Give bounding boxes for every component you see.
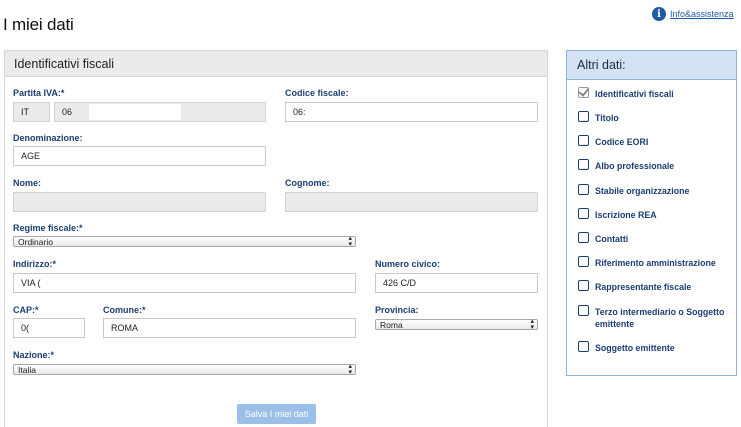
nome-label: Nome: [13,178,42,188]
cap-label: CAP:* [13,305,39,315]
codice-fiscale-field[interactable]: 06: [285,102,538,122]
partita-iva-value: 06 [62,107,73,117]
sidebar-item-label: Soggetto emittente [595,343,675,353]
sidebar-item-soggetto-emittente[interactable]: Soggetto emittente [578,341,675,354]
regime-fiscale-label: Regime fiscale:* [13,223,83,233]
nome-field [13,192,266,212]
sidebar-item-label: Albo professionale [595,161,675,171]
sidebar-item-label: Codice EORI [595,137,649,147]
checkbox-icon[interactable] [578,208,589,219]
nazione-value: Italia [18,364,36,375]
regime-fiscale-select[interactable]: Ordinario ▴ ▾ [13,235,356,248]
save-button[interactable]: Salva I miei dati [237,404,316,424]
provincia-value: Roma [380,319,403,330]
sidebar-item-iscrizione-rea[interactable]: Iscrizione REA [578,208,657,221]
sidebar-item-codice-eori[interactable]: Codice EORI [578,135,649,148]
comune-label: Comune:* [103,305,146,315]
sidebar-item-label: Terzo intermediario o Soggetto emittente [595,307,725,329]
cognome-field [285,192,538,212]
cognome-label: Cognome: [285,178,330,188]
partita-iva-country-field: IT [13,102,50,122]
help-link-text[interactable]: Info&assistenza [670,9,734,19]
checkbox-checked-icon[interactable] [578,87,589,98]
sidebar-item-stabile-organizzazione[interactable]: Stabile organizzazione [578,184,690,197]
sidebar-item-contatti[interactable]: Contatti [578,232,629,245]
sidebar-item-riferimento-amministrazione[interactable]: Riferimento amministrazione [578,256,716,269]
checkbox-icon[interactable] [578,232,589,243]
indirizzo-label: Indirizzo:* [13,259,56,269]
sidebar-item-label: Titolo [595,113,619,123]
sidebar-item-identificativi-fiscali[interactable]: Identificativi fiscali [578,87,674,100]
sidebar-item-rappresentante-fiscale[interactable]: Rappresentante fiscale [578,280,692,293]
numero-civico-label: Numero civico: [375,259,441,269]
indirizzo-field[interactable]: VIA ( [13,273,356,293]
checkbox-icon[interactable] [578,341,589,352]
provincia-select[interactable]: Roma ▴ ▾ [375,318,538,331]
regime-fiscale-value: Ordinario [18,236,53,247]
select-arrows-icon: ▴ ▾ [348,235,352,248]
checkbox-icon[interactable] [578,280,589,291]
sidebar-item-label: Riferimento amministrazione [595,258,716,268]
section-title: Identificativi fiscali [5,51,547,77]
checkbox-icon[interactable] [578,305,589,316]
checkbox-icon[interactable] [578,159,589,170]
page-title: I miei dati [3,15,74,34]
checkbox-icon[interactable] [578,135,589,146]
provincia-label: Provincia: [375,305,419,315]
redaction [89,104,181,120]
sidebar-item-label: Identificativi fiscali [595,89,674,99]
sidebar-item-titolo[interactable]: Titolo [578,111,619,124]
partita-iva-label: Partita IVA:* [13,88,65,98]
checkbox-icon[interactable] [578,184,589,195]
codice-fiscale-label: Codice fiscale: [285,88,349,98]
sidebar-item-terzo-intermediario[interactable]: Terzo intermediario o Soggetto emittente [578,305,728,330]
sidebar-item-label: Stabile organizzazione [595,186,690,196]
partita-iva-field: 06 [54,102,266,122]
sidebar-item-label: Rappresentante fiscale [595,282,692,292]
help-link[interactable]: i Info&assistenza [652,7,734,21]
denominazione-label: Denominazione: [13,133,83,143]
select-arrows-icon: ▴ ▾ [348,363,352,376]
nazione-label: Nazione:* [13,350,55,360]
nazione-select[interactable]: Italia ▴ ▾ [13,363,356,376]
sidebar-item-albo-professionale[interactable]: Albo professionale [578,159,675,172]
numero-civico-field[interactable]: 426 C/D [375,273,538,293]
sidebar-item-label: Iscrizione REA [595,210,657,220]
checkbox-icon[interactable] [578,111,589,122]
sidebar-item-label: Contatti [595,234,629,244]
cap-field[interactable]: 0( [13,318,85,338]
select-arrows-icon: ▴ ▾ [530,318,534,331]
info-icon[interactable]: i [652,7,666,21]
comune-field[interactable]: ROMA [103,318,356,338]
checkbox-icon[interactable] [578,256,589,267]
denominazione-field[interactable]: AGE [13,146,266,166]
side-panel-title: Altri dati: [567,51,736,80]
